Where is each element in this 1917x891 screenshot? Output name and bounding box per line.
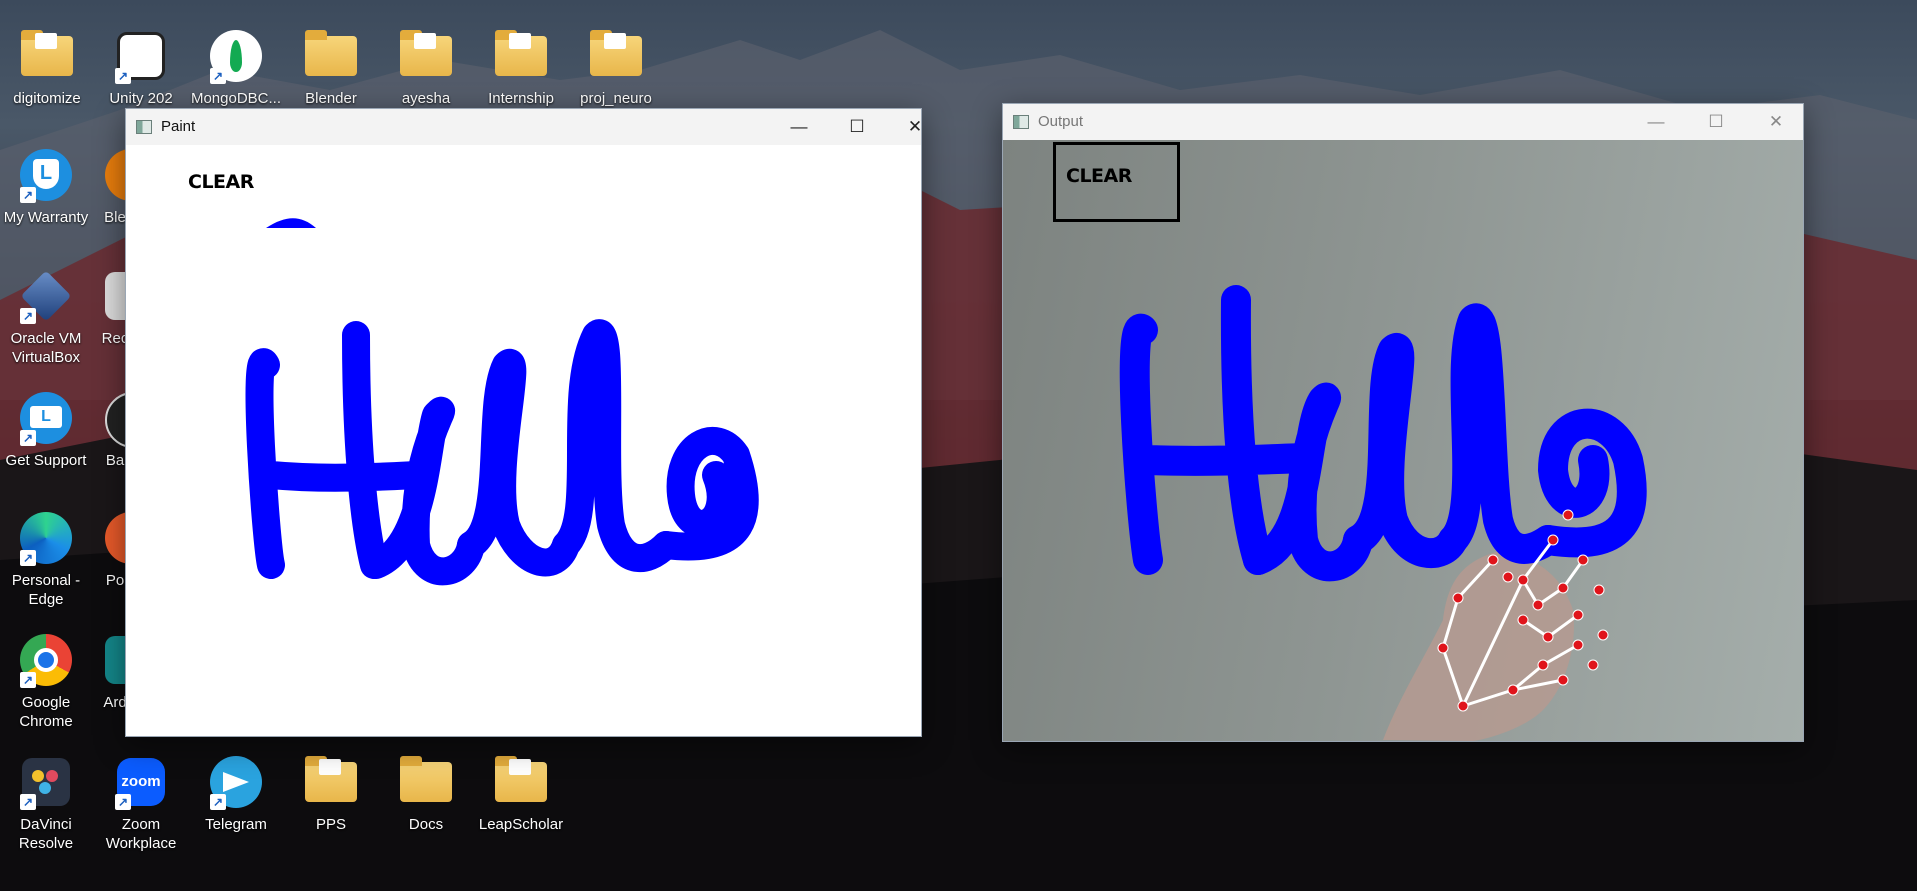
drawn-stroke-e <box>362 396 485 586</box>
paint-window[interactable]: Paint — ☐ ✕ CLEAR <box>125 108 922 737</box>
paint-window-title: Paint <box>161 118 196 135</box>
folder-icon <box>21 30 73 76</box>
minimize-button[interactable]: — <box>776 109 822 145</box>
maximize-button[interactable]: ☐ <box>1693 104 1739 140</box>
folder-icon <box>305 30 357 76</box>
window-app-icon <box>136 120 152 134</box>
hand-landmark <box>1593 584 1605 596</box>
drawn-stroke-l2 <box>1438 303 1563 564</box>
paint-canvas[interactable]: CLEAR <box>126 145 921 736</box>
camera-feed: CLEAR <box>1003 140 1803 741</box>
desktop-icon-zoom[interactable]: zoom ↗ Zoom Workplace <box>95 752 187 853</box>
hand-landmark <box>1507 684 1519 696</box>
hand-landmark <box>1587 659 1599 671</box>
desktop-icon-unity[interactable]: ↗ Unity 202 <box>95 26 187 108</box>
shortcut-arrow-icon: ↗ <box>210 794 226 810</box>
drawn-stroke-h <box>245 321 430 579</box>
hand-landmark <box>1562 509 1574 521</box>
shortcut-arrow-icon: ↗ <box>20 308 36 324</box>
shortcut-arrow-icon: ↗ <box>20 187 36 203</box>
hand-landmark <box>1547 534 1559 546</box>
drawn-stroke-l1 <box>1343 332 1468 568</box>
hand-landmark <box>1557 582 1569 594</box>
hand-landmark <box>1517 614 1529 626</box>
desktop-icon-virtualbox[interactable]: ↗ Oracle VM VirtualBox <box>0 266 92 367</box>
hand-landmark <box>1597 629 1609 641</box>
desktop-icon-blender-folder[interactable]: Blender <box>285 26 377 108</box>
hand-landmark <box>1532 599 1544 611</box>
desktop-icon-proj-neuro[interactable]: proj_neuro <box>570 26 662 108</box>
drawn-stroke-l2 <box>552 319 680 573</box>
hand-landmark <box>1502 571 1514 583</box>
drawn-stroke-o <box>652 426 759 561</box>
hand-landmark <box>1452 592 1464 604</box>
desktop-icon-mongodb[interactable]: ↗ MongoDBC... <box>190 26 282 108</box>
hand-landmark <box>1457 700 1469 712</box>
hand-landmark <box>1537 659 1549 671</box>
desktop-icon-pps[interactable]: PPS <box>285 752 377 834</box>
shortcut-arrow-icon: ↗ <box>210 68 226 84</box>
folder-icon <box>400 30 452 76</box>
folder-icon <box>400 756 452 802</box>
desktop-icon-my-warranty[interactable]: L ↗ My Warranty <box>0 145 92 227</box>
paint-drawing <box>245 218 759 586</box>
desktop-icon-edge[interactable]: ↗ Personal - Edge <box>0 508 92 609</box>
maximize-button[interactable]: ☐ <box>834 109 880 145</box>
folder-icon <box>305 756 357 802</box>
hand-landmark <box>1437 642 1449 654</box>
desktop-icon-davinci[interactable]: ↗ DaVinci Resolve <box>0 752 92 853</box>
shortcut-arrow-icon: ↗ <box>20 794 36 810</box>
hand-landmark <box>1572 639 1584 651</box>
desktop-icon-chrome[interactable]: ↗ Google Chrome <box>0 630 92 731</box>
drawn-stroke-fragment <box>266 218 316 228</box>
close-button[interactable]: ✕ <box>1753 104 1799 140</box>
output-drawing <box>1119 285 1647 741</box>
output-titlebar[interactable]: Output — ☐ ✕ <box>1003 104 1803 140</box>
hand-landmark <box>1542 631 1554 643</box>
minimize-button[interactable]: — <box>1633 104 1679 140</box>
desktop-icon-leapscholar[interactable]: LeapScholar <box>475 752 567 834</box>
shortcut-arrow-icon: ↗ <box>115 794 131 810</box>
window-app-icon <box>1013 115 1029 129</box>
drawn-stroke-o <box>1533 408 1647 558</box>
folder-icon <box>495 30 547 76</box>
desktop-icon-digitomize[interactable]: digitomize <box>1 26 93 108</box>
drawn-stroke-l1 <box>457 348 580 577</box>
hand-landmark <box>1577 554 1589 566</box>
shortcut-arrow-icon: ↗ <box>115 68 131 84</box>
close-button[interactable]: ✕ <box>892 109 938 145</box>
hand-landmark <box>1557 674 1569 686</box>
desktop-icon-get-support[interactable]: L ↗ Get Support <box>0 388 92 470</box>
desktop-icon-ayesha[interactable]: ayesha <box>380 26 472 108</box>
desktop-icon-telegram[interactable]: ↗ Telegram <box>190 752 282 834</box>
hand-landmark <box>1487 554 1499 566</box>
output-window[interactable]: Output — ☐ ✕ CLEAR <box>1002 103 1804 742</box>
shortcut-arrow-icon: ↗ <box>20 430 36 446</box>
output-window-title: Output <box>1038 113 1084 130</box>
folder-icon <box>495 756 547 802</box>
desktop-icon-docs[interactable]: Docs <box>380 752 472 834</box>
desktop-icon-internship[interactable]: Internship <box>475 26 567 108</box>
hand-landmark <box>1517 574 1529 586</box>
folder-icon <box>590 30 642 76</box>
hand-landmark <box>1572 609 1584 621</box>
paint-titlebar[interactable]: Paint — ☐ ✕ <box>126 109 922 145</box>
hand <box>1383 550 1574 741</box>
shortcut-arrow-icon: ↗ <box>20 550 36 566</box>
drawn-stroke-e <box>1243 382 1373 582</box>
shortcut-arrow-icon: ↗ <box>20 672 36 688</box>
